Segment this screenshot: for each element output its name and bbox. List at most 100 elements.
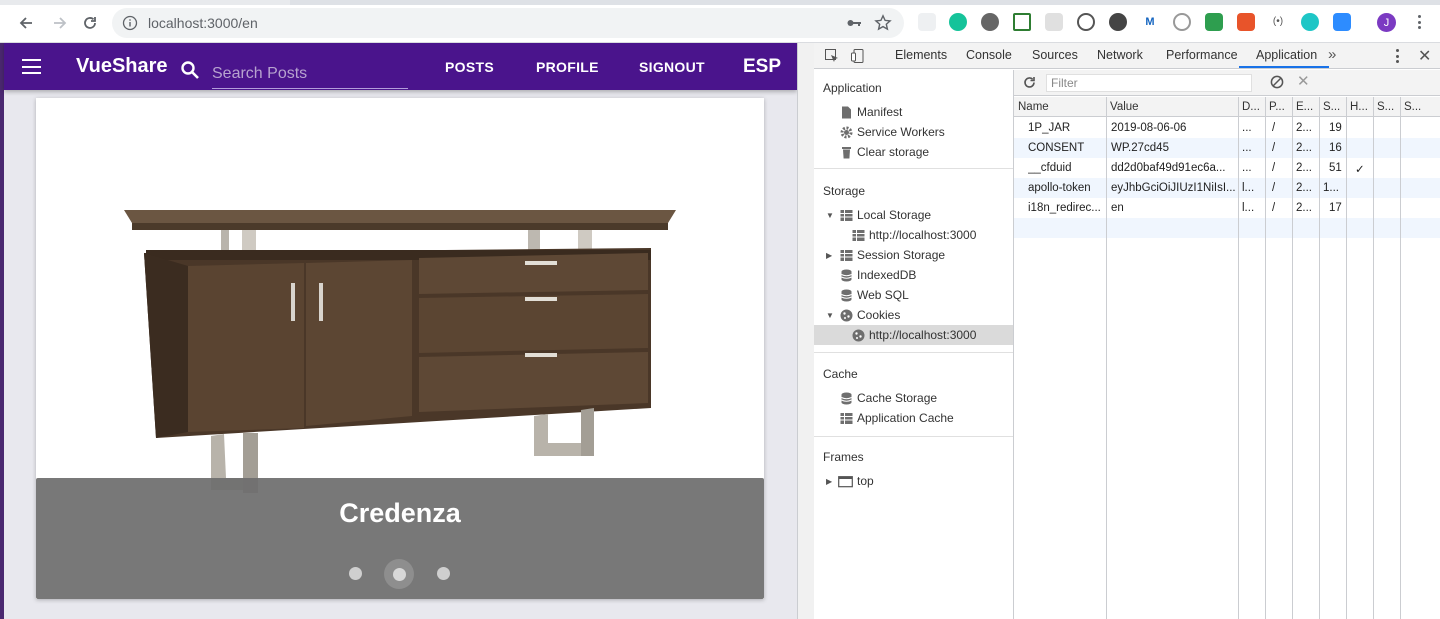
reload-button[interactable] [77,10,103,36]
language-toggle[interactable]: ESP [743,56,781,78]
expanded-arrow-icon[interactable]: ▼ [826,311,834,320]
column-divider[interactable] [1319,97,1320,619]
sidebar-item-clear-storage[interactable]: Clear storage [814,142,1013,162]
column-divider[interactable] [1265,97,1266,619]
sidebar-item-label: Session Storage [857,248,946,262]
col-header-name[interactable]: Name [1018,101,1104,113]
sidebar-item-cache-storage[interactable]: Cache Storage [814,388,1013,408]
nav-posts[interactable]: POSTS [445,59,494,75]
tab-performance[interactable]: Performance [1166,48,1238,62]
more-tabs-icon[interactable]: » [1328,46,1336,63]
post-carousel[interactable]: Credenza [36,98,764,599]
table-row[interactable]: apollo-token eyJhbGciOiJIUzI1NiIsI... l.… [1014,178,1440,198]
key-icon[interactable] [846,15,862,31]
devtools-menu-icon[interactable] [1396,49,1400,63]
device-toolbar-icon[interactable] [850,48,866,64]
sidebar-item-application-cache[interactable]: Application Cache [814,408,1013,428]
sidebar-item-web-sql[interactable]: Web SQL [814,285,1013,305]
expanded-arrow-icon[interactable]: ▼ [826,211,834,220]
extension-icon-8[interactable]: M [1141,13,1159,31]
sidebar-item-manifest[interactable]: Manifest [814,102,1013,122]
cell-name: i18n_redirec... [1028,202,1101,214]
app-brand[interactable]: VueShare [76,55,168,78]
tab-console[interactable]: Console [966,48,1012,62]
tab-sources[interactable]: Sources [1032,48,1078,62]
nav-profile[interactable]: PROFILE [536,59,599,75]
carousel-dot-3[interactable] [437,567,450,580]
post-title[interactable]: Credenza [36,498,764,529]
profile-avatar[interactable]: J [1377,13,1396,32]
col-header-httponly[interactable]: H... [1350,101,1372,113]
col-header-size[interactable]: S... [1323,101,1345,113]
column-divider[interactable] [1238,97,1239,619]
extension-icon-12[interactable]: (•) [1269,13,1287,31]
bookmark-star-icon[interactable] [874,14,892,32]
tab-application[interactable]: Application [1256,48,1317,62]
database-icon [841,289,852,301]
carousel-dot-1[interactable] [349,567,362,580]
column-divider[interactable] [1106,97,1107,619]
hamburger-menu-icon[interactable] [22,59,41,74]
sidebar-item-service-workers[interactable]: Service Workers [814,122,1013,142]
carousel-dot-2-active[interactable] [384,559,414,589]
extension-icon-7[interactable] [1109,13,1127,31]
collapsed-arrow-icon[interactable]: ▶ [826,477,832,486]
grid-icon [840,249,853,261]
table-row[interactable]: i18n_redirec... en l... / 2... 17 [1014,198,1440,218]
col-header-secure[interactable]: S... [1377,101,1399,113]
collapsed-arrow-icon[interactable]: ▶ [826,251,832,260]
sidebar-item-local-storage-origin[interactable]: http://localhost:3000 [814,225,1013,245]
back-button[interactable] [13,10,39,36]
sidebar-item-cookies-origin[interactable]: http://localhost:3000 [814,325,1013,345]
table-row[interactable]: CONSENT WP.27cd45 ... / 2... 16 [1014,138,1440,158]
column-divider[interactable] [1373,97,1374,619]
column-divider[interactable] [1346,97,1347,619]
browser-menu-icon[interactable] [1412,12,1426,32]
cell-domain: l... [1242,182,1255,194]
column-divider[interactable] [1292,97,1293,619]
grid-icon [840,412,853,424]
extension-icon-9[interactable] [1173,13,1191,31]
extension-icon-11[interactable] [1237,13,1255,31]
tab-elements[interactable]: Elements [895,48,947,62]
sidebar-item-frame-top[interactable]: ▶ top [814,471,1013,491]
site-info-icon[interactable] [122,15,138,31]
table-row[interactable]: __cfduid dd2d0baf49d91ec6a... ... / 2...… [1014,158,1440,178]
sidebar-item-session-storage[interactable]: ▶ Session Storage [814,245,1013,265]
tab-network[interactable]: Network [1097,48,1143,62]
nav-signout[interactable]: SIGNOUT [639,59,705,75]
extension-icon-3[interactable] [981,13,999,31]
extension-icon-6[interactable] [1077,13,1095,31]
extension-icon-13[interactable] [1301,13,1319,31]
inspect-element-icon[interactable] [824,48,840,64]
url-text[interactable]: localhost:3000/en [148,15,258,31]
address-bar[interactable]: localhost:3000/en [112,8,904,38]
search-posts-input[interactable] [212,59,408,89]
col-header-domain[interactable]: D... [1242,101,1264,113]
cookie-filter-input[interactable] [1046,74,1252,92]
extension-icon-10[interactable] [1205,13,1223,31]
application-sidebar: Application Manifest Service Workers Cle… [814,70,1014,619]
refresh-icon[interactable] [1022,75,1037,90]
zoom-extension-icon[interactable] [1333,13,1351,31]
sidebar-item-local-storage[interactable]: ▼ Local Storage [814,205,1013,225]
sidebar-item-indexeddb[interactable]: IndexedDB [814,265,1013,285]
sidebar-item-cookies[interactable]: ▼ Cookies [814,305,1013,325]
delete-selected-icon[interactable]: ✕ [1297,72,1310,90]
clear-all-icon[interactable] [1270,75,1284,89]
extension-icon-1[interactable] [918,13,936,31]
forward-button[interactable] [47,10,73,36]
vue-devtools-icon[interactable] [1013,13,1031,31]
cookies-view: ✕ Name Value D... P... E... S... H... S.… [1014,70,1440,619]
col-header-path[interactable]: P... [1269,101,1291,113]
cell-expires: 2... [1296,162,1312,174]
col-header-expires[interactable]: E... [1296,101,1318,113]
active-tab[interactable] [290,0,1440,5]
extension-icon-5[interactable] [1045,13,1063,31]
column-divider[interactable] [1400,97,1401,619]
close-devtools-icon[interactable]: ✕ [1418,46,1431,66]
col-header-value[interactable]: Value [1110,101,1235,113]
table-row[interactable]: 1P_JAR 2019-08-06-06 ... / 2... 19 [1014,118,1440,138]
grammarly-icon[interactable] [949,13,967,31]
col-header-samesite[interactable]: S... [1404,101,1434,113]
